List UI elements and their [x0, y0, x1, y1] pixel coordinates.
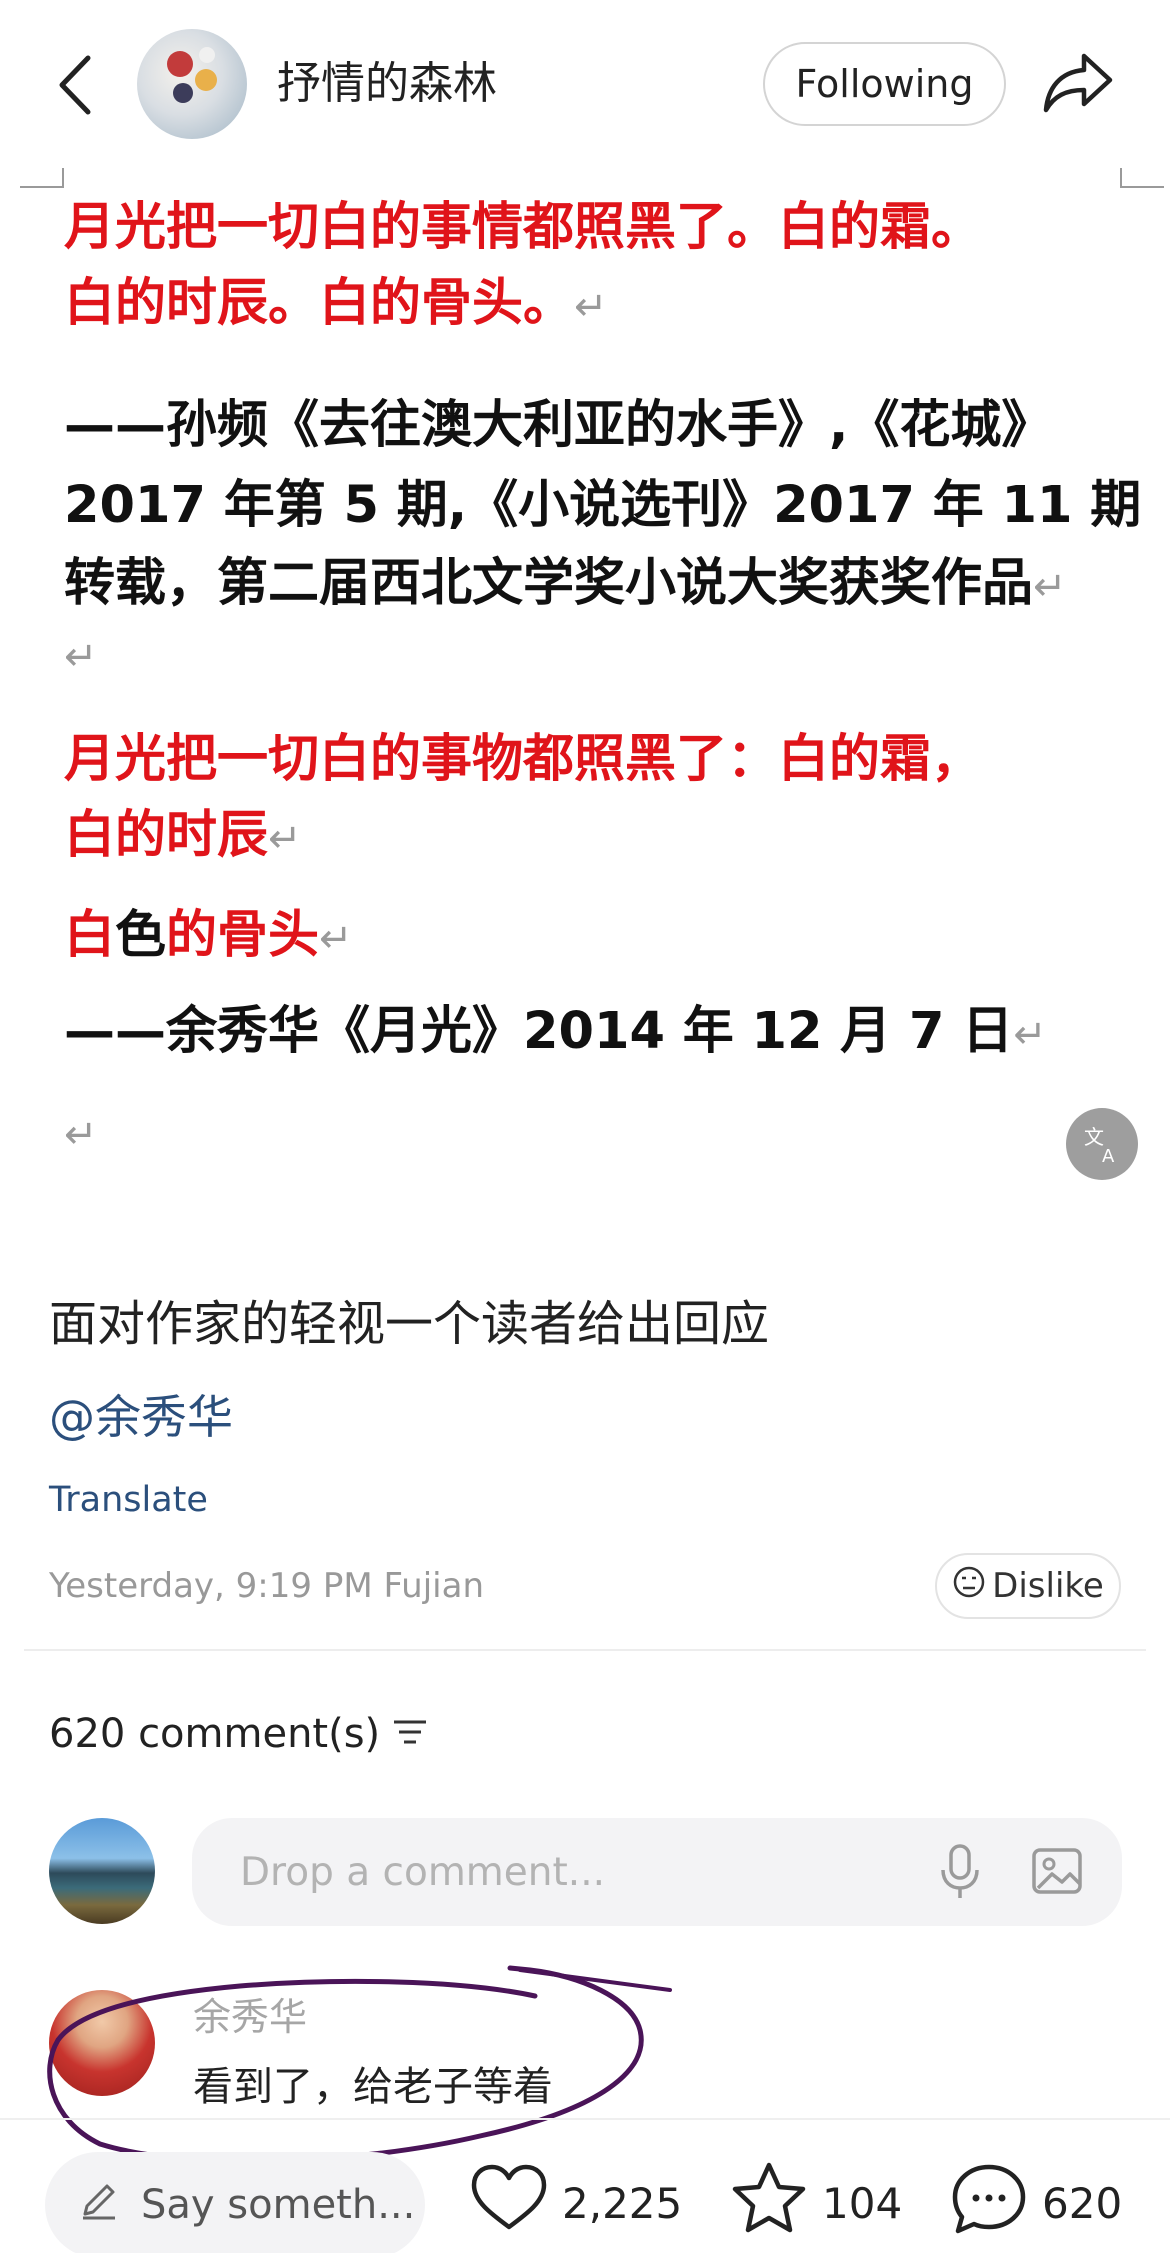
- comment-count-header: 620 comment(s): [49, 1706, 428, 1762]
- comment-count: 620: [1042, 2178, 1123, 2228]
- source1-line1: ——孙频《去往澳大利亚的水手》,《花城》: [64, 396, 1053, 455]
- share-icon[interactable]: [1040, 50, 1116, 116]
- source1-line3-text: 转载，第二届西北文学奖小说大奖获奖作品: [64, 554, 1034, 613]
- svg-text:文: 文: [1084, 1125, 1104, 1149]
- comment-button[interactable]: 620: [950, 2158, 1122, 2248]
- source2-text: ——余秀华《月光》2014 年 12 月 7 日: [64, 1002, 1014, 1061]
- microphone-icon[interactable]: [935, 1842, 985, 1902]
- quote2-line2-text: 白的时辰: [64, 806, 269, 865]
- favorite-button[interactable]: 104: [730, 2158, 902, 2248]
- post-image-document[interactable]: 月光把一切白的事情都照黑了。白的霜。 白的时辰。白的骨头。↵ ——孙频《去往澳大…: [0, 168, 1170, 1228]
- source1-line2: 2017 年第 5 期,《小说选刊》2017 年 11 期: [64, 476, 1142, 535]
- quote2-line3-c: 的骨头: [166, 906, 320, 965]
- say-something-input[interactable]: Say someth...: [45, 2152, 425, 2253]
- say-something-placeholder: Say someth...: [141, 2182, 416, 2228]
- empty-line: ↵: [64, 618, 98, 693]
- following-button[interactable]: Following: [763, 42, 1006, 126]
- dislike-button[interactable]: Dislike: [935, 1553, 1121, 1619]
- sort-filter-icon[interactable]: [392, 1706, 428, 1762]
- star-icon: [730, 2161, 808, 2245]
- source2-line: ——余秀华《月光》2014 年 12 月 7 日↵: [64, 996, 1047, 1071]
- return-mark: ↵: [319, 916, 353, 962]
- author-name[interactable]: 抒情的森林: [277, 54, 497, 114]
- comment-count-label: 620 comment(s): [49, 1711, 381, 1757]
- crop-corner-mark: [20, 168, 64, 188]
- source1-line3: 转载，第二届西北文学奖小说大奖获奖作品↵: [64, 548, 1067, 623]
- return-mark: ↵: [1033, 564, 1067, 610]
- pencil-icon: [79, 2180, 119, 2230]
- return-mark: ↵: [268, 816, 302, 862]
- dislike-face-icon: [952, 1565, 986, 1608]
- quote2-line3-a: 白: [64, 906, 116, 965]
- back-arrow-icon[interactable]: [52, 52, 102, 118]
- svg-text:A: A: [1102, 1146, 1115, 1166]
- quote1-line2: 白的时辰。白的骨头。↵: [64, 268, 608, 343]
- crop-corner-mark: [1120, 168, 1164, 188]
- comment-text: 看到了，给老子等着: [193, 2064, 553, 2110]
- author-avatar[interactable]: [137, 29, 247, 139]
- quote2-line1: 月光把一切白的事物都照黑了：白的霜，: [64, 730, 983, 789]
- return-mark: ↵: [574, 284, 608, 330]
- commenter-avatar[interactable]: [49, 1990, 155, 2096]
- quote2-line2: 白的时辰↵: [64, 800, 302, 875]
- mention-link[interactable]: @余秀华: [49, 1385, 233, 1449]
- heart-icon: [470, 2163, 548, 2243]
- divider: [24, 1649, 1146, 1651]
- quote2-line3: 白色的骨头↵: [64, 900, 353, 975]
- return-mark: ↵: [64, 634, 98, 680]
- return-mark: ↵: [64, 1112, 98, 1158]
- translate-image-icon[interactable]: 文A: [1066, 1108, 1138, 1180]
- quote1-line1: 月光把一切白的事情都照黑了。白的霜。: [64, 198, 983, 257]
- translate-link[interactable]: Translate: [49, 1475, 208, 1525]
- like-count: 2,225: [562, 2178, 683, 2228]
- quote1-line2-text: 白的时辰。白的骨头。: [64, 274, 575, 333]
- top-bar: 抒情的森林 Following: [0, 0, 1170, 170]
- post-title: 面对作家的轻视一个读者给出回应: [49, 1296, 770, 1352]
- empty-line: ↵: [64, 1096, 98, 1171]
- image-upload-icon[interactable]: [1030, 1844, 1084, 1898]
- commenter-name[interactable]: 余秀华: [193, 1990, 307, 2044]
- favorite-count: 104: [822, 2178, 903, 2228]
- current-user-avatar: [49, 1818, 155, 1924]
- dislike-label: Dislike: [992, 1566, 1104, 1606]
- return-mark: ↵: [1013, 1012, 1047, 1058]
- like-button[interactable]: 2,225: [470, 2158, 682, 2248]
- bottom-bar-divider: [0, 2118, 1170, 2120]
- post-timestamp-location: Yesterday, 9:19 PM Fujian: [49, 1566, 484, 1606]
- quote2-line3-b: 色: [115, 906, 167, 965]
- speech-bubble-icon: [950, 2161, 1028, 2245]
